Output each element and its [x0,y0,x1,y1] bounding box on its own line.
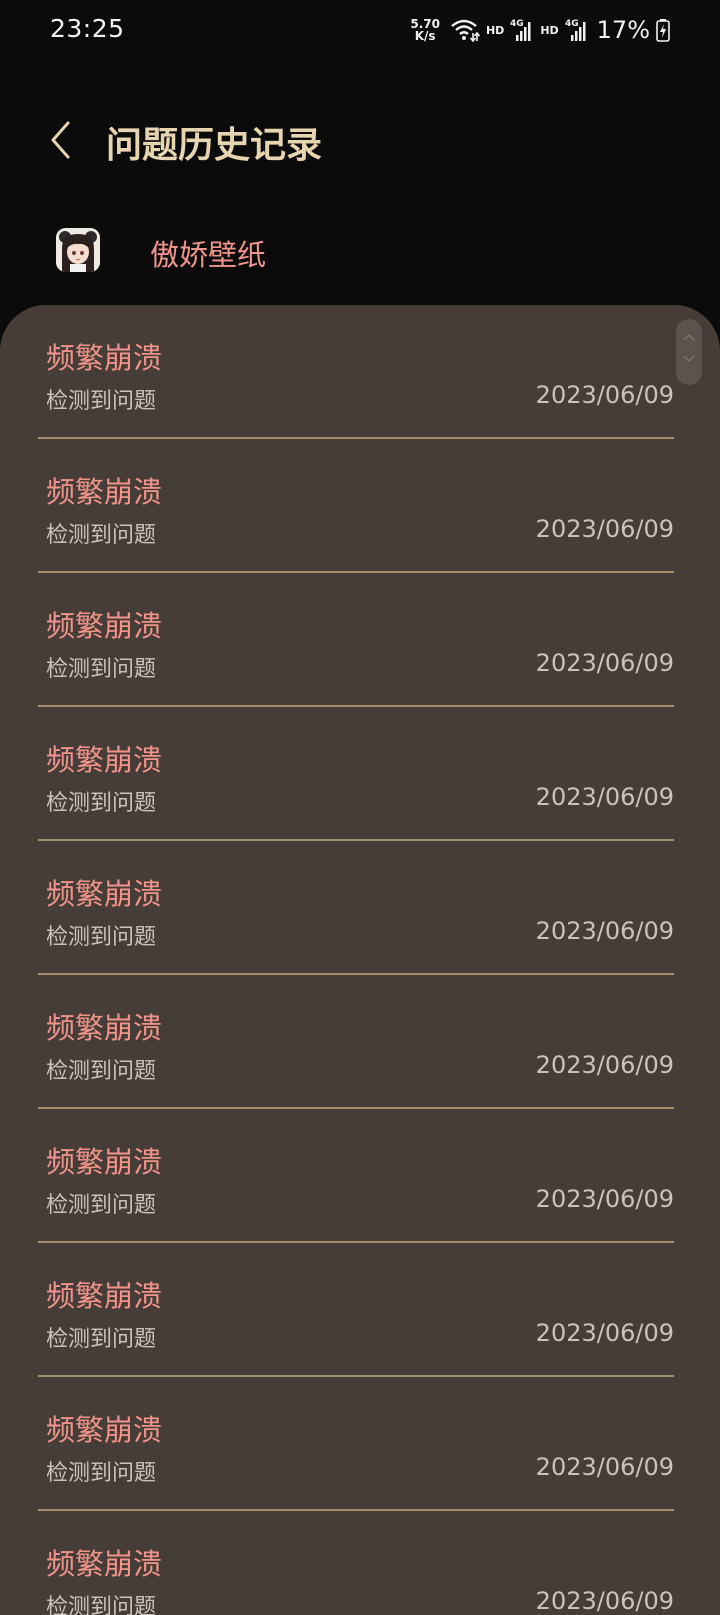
problem-status: 检测到问题 [46,389,157,414]
network-speed: 5.70 K/s [410,18,440,42]
problem-title: 频繁崩溃 [46,341,163,375]
problem-list-item[interactable]: 频繁崩溃检测到问题 2023/06/09 [38,1243,674,1377]
problem-date: 2023/06/09 [535,1453,674,1481]
problem-title: 频繁崩溃 [46,877,163,911]
chevron-down-icon [683,355,695,363]
back-button[interactable] [40,114,80,166]
problem-date: 2023/06/09 [535,649,674,677]
problem-title: 频繁崩溃 [46,1413,163,1447]
problem-title: 频繁崩溃 [46,1011,163,1045]
problem-title: 频繁崩溃 [46,609,163,643]
status-time: 23:25 [50,14,125,43]
problem-date: 2023/06/09 [535,1587,674,1615]
problem-list-item[interactable]: 频繁崩溃检测到问题 2023/06/09 [38,573,674,707]
problem-list-item[interactable]: 频繁崩溃检测到问题 2023/06/09 [38,1377,674,1511]
problem-title: 频繁崩溃 [46,1279,163,1313]
svg-text:4G: 4G [510,19,524,29]
status-bar: 23:25 5.70 K/s HD 4G HD 4G 17% [0,0,720,62]
problem-status: 检测到问题 [46,1059,157,1084]
page-title: 问题历史记录 [106,125,323,166]
battery-charging-icon [656,18,670,42]
signal-4g-icon-2: 4G [565,17,589,43]
status-icons: 5.70 K/s HD 4G HD 4G 17% [410,14,670,46]
problem-date: 2023/06/09 [535,1051,674,1079]
problem-status: 检测到问题 [46,791,157,816]
problem-title: 频繁崩溃 [46,475,163,509]
battery-percent: 17% [596,16,650,44]
problem-status: 检测到问题 [46,925,157,950]
problem-date: 2023/06/09 [535,515,674,543]
chevron-left-icon [51,121,70,159]
scrollbar-thumb[interactable] [676,319,702,385]
network-speed-unit: K/s [414,29,436,43]
problem-title: 频繁崩溃 [46,1145,163,1179]
problem-list-item[interactable]: 频繁崩溃检测到问题 2023/06/09 [38,439,674,573]
problem-status: 检测到问题 [46,1193,157,1218]
signal-4g-icon: 4G [510,17,534,43]
problem-list-item[interactable]: 频繁崩溃检测到问题 2023/06/09 [38,1511,674,1615]
header: 问题历史记录 [0,100,720,180]
problem-list: 频繁崩溃 检测到问题 2023/06/09 频繁崩溃 检测到问题 2023/06/09 频繁… [0,305,720,1615]
problem-status: 检测到问题 [46,1461,157,1486]
app-info-row: 傲娇壁纸 [0,218,720,288]
chevron-up-icon [683,333,695,341]
problem-date: 2023/06/09 [535,381,674,409]
problem-status: 检测到问题 [46,657,157,682]
problem-list-item[interactable]: 频繁崩溃检测到问题 2023/06/09 [38,305,674,439]
problem-history-list-card[interactable]: 频繁崩溃 检测到问题 2023/06/09 频繁崩溃 检测到问题 2023/06/09 频繁… [0,305,720,1615]
svg-text:4G: 4G [565,19,579,29]
problem-date: 2023/06/09 [535,917,674,945]
problem-status: 检测到问题 [46,1595,157,1615]
problem-status: 检测到问题 [46,1327,157,1352]
hd-label-2: HD [540,23,559,37]
app-icon [56,228,100,272]
wifi-icon [450,18,480,42]
problem-title: 频繁崩溃 [46,1547,163,1581]
problem-date: 2023/06/09 [535,1185,674,1213]
app-name: 傲娇壁纸 [150,238,267,272]
problem-list-item[interactable]: 频繁崩溃检测到问题 2023/06/09 [38,841,674,975]
problem-title: 频繁崩溃 [46,743,163,777]
problem-date: 2023/06/09 [535,1319,674,1347]
problem-list-item[interactable]: 频繁崩溃检测到问题 2023/06/09 [38,707,674,841]
problem-date: 2023/06/09 [535,783,674,811]
hd-label-1: HD [485,23,505,37]
problem-status: 检测到问题 [46,523,157,548]
problem-list-item[interactable]: 频繁崩溃检测到问题 2023/06/09 [38,975,674,1109]
problem-list-item[interactable]: 频繁崩溃检测到问题 2023/06/09 [38,1109,674,1243]
